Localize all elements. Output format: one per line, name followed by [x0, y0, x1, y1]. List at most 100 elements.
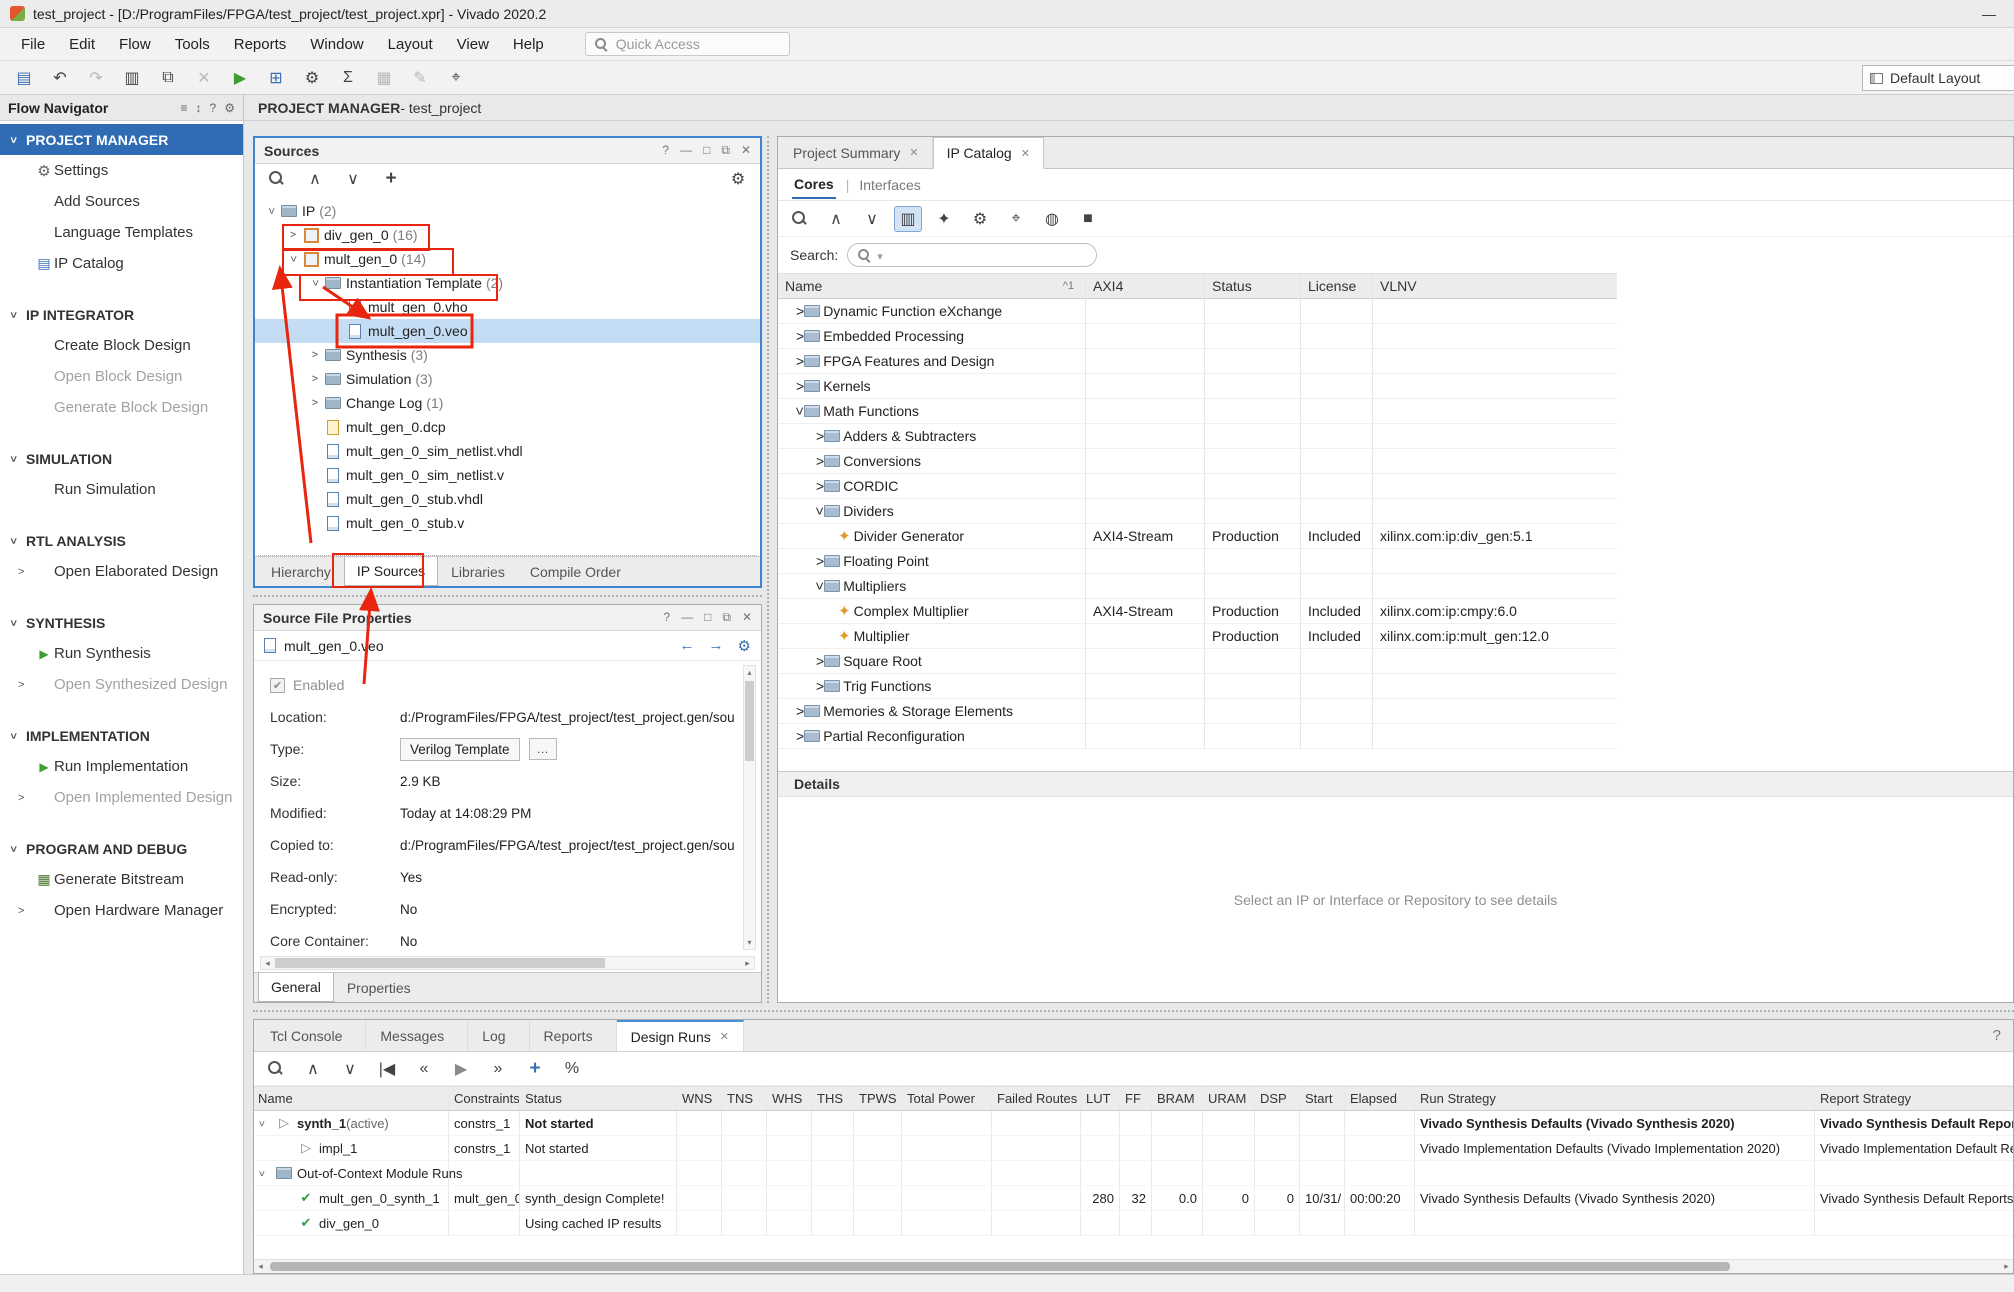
search-button[interactable]: [786, 206, 814, 232]
sources-tab[interactable]: Libraries: [439, 557, 517, 586]
undo-button[interactable]: ↶: [46, 65, 74, 91]
tree-item[interactable]: mult_gen_0_sim_netlist.vhdl: [255, 439, 760, 463]
catalog-row[interactable]: Conversions: [778, 449, 1617, 474]
expand-chevron[interactable]: [816, 478, 824, 494]
search-options-icon[interactable]: [877, 247, 883, 263]
column-header-axi4[interactable]: AXI4: [1086, 274, 1205, 298]
expand-chevron[interactable]: [307, 373, 323, 385]
flow-nav-item[interactable]: Settings: [0, 155, 243, 186]
flow-nav-item[interactable]: SYNTHESIS: [0, 607, 243, 638]
expand-chevron[interactable]: [258, 1168, 274, 1179]
minimize-icon[interactable]: —: [680, 143, 692, 158]
column-header[interactable]: Report Strategy: [1815, 1087, 2013, 1110]
save-button[interactable]: ▤: [10, 65, 38, 91]
expand-chevron[interactable]: [796, 353, 804, 369]
vertical-splitter[interactable]: [767, 136, 769, 1003]
column-header-license[interactable]: License: [1301, 274, 1373, 298]
properties-tab[interactable]: General: [258, 973, 334, 1002]
edit-button[interactable]: ✎: [406, 65, 434, 91]
console-tab[interactable]: Tcl Console: [256, 1020, 366, 1051]
add-sources-button[interactable]: +: [377, 166, 405, 192]
expand-chevron[interactable]: [816, 453, 824, 469]
flow-nav-item[interactable]: Open Block Design: [0, 361, 243, 392]
expand-chevron[interactable]: [307, 397, 323, 409]
flow-nav-item[interactable]: IP INTEGRATOR: [0, 299, 243, 330]
close-icon[interactable]: ✕: [1021, 147, 1030, 160]
column-header[interactable]: TNS: [722, 1087, 767, 1110]
search-button[interactable]: [263, 166, 291, 192]
design-run-row[interactable]: Out-of-Context Module Runs: [254, 1161, 2013, 1186]
type-select[interactable]: Verilog Template: [400, 738, 520, 761]
horizontal-splitter[interactable]: [253, 595, 762, 597]
tree-item[interactable]: mult_gen_0.vho: [255, 295, 760, 319]
column-header[interactable]: Total Power: [902, 1087, 992, 1110]
probes-button[interactable]: ⌖: [442, 65, 470, 91]
launch-runs-button[interactable]: ▶: [447, 1056, 475, 1082]
tree-item[interactable]: div_gen_0 (16): [255, 223, 760, 247]
sum-reports-button[interactable]: Σ: [334, 65, 362, 91]
menu-item[interactable]: Reports: [223, 32, 298, 57]
menu-item[interactable]: Window: [299, 32, 374, 57]
expand-all-button[interactable]: ∨: [858, 206, 886, 232]
catalog-row[interactable]: Trig Functions: [778, 674, 1617, 699]
expand-chevron[interactable]: [307, 277, 323, 289]
step-forward-button[interactable]: »: [484, 1056, 512, 1082]
float-icon[interactable]: ⧉: [721, 143, 730, 158]
flow-nav-item[interactable]: Run Implementation: [0, 751, 243, 782]
menu-item[interactable]: Tools: [164, 32, 221, 57]
catalog-row[interactable]: Adders & Subtracters: [778, 424, 1617, 449]
expand-chevron[interactable]: [307, 349, 323, 361]
design-run-row[interactable]: impl_1 constrs_1 Not started: [254, 1136, 2013, 1161]
collapse-all-button[interactable]: ∧: [301, 166, 329, 192]
help-icon[interactable]: ?: [1993, 1027, 2001, 1044]
console-tab[interactable]: Log: [468, 1020, 529, 1051]
expand-chevron[interactable]: [796, 378, 804, 394]
forward-button[interactable]: →: [709, 637, 724, 655]
expand-chevron[interactable]: [258, 1118, 274, 1129]
catalog-row[interactable]: CORDIC: [778, 474, 1617, 499]
column-header[interactable]: Name: [254, 1087, 449, 1110]
menu-item[interactable]: File: [10, 32, 56, 57]
flow-nav-item[interactable]: Generate Bitstream: [0, 864, 243, 895]
column-header[interactable]: BRAM: [1152, 1087, 1203, 1110]
flow-nav-item[interactable]: RTL ANALYSIS: [0, 525, 243, 556]
settings-button[interactable]: ⚙: [298, 65, 326, 91]
horizontal-scrollbar[interactable]: [260, 956, 755, 970]
column-header[interactable]: Elapsed: [1345, 1087, 1415, 1110]
flow-nav-item[interactable]: Create Block Design: [0, 330, 243, 361]
catalog-row[interactable]: Floating Point: [778, 549, 1617, 574]
close-icon[interactable]: ✕: [909, 146, 918, 159]
repository-button[interactable]: ✦: [930, 206, 958, 232]
column-header[interactable]: FF: [1120, 1087, 1152, 1110]
maximize-icon[interactable]: □: [704, 610, 711, 625]
console-tab[interactable]: Messages: [366, 1020, 468, 1051]
search-button[interactable]: [262, 1056, 290, 1082]
expand-chevron[interactable]: [285, 253, 301, 265]
expand-collapse-icon[interactable]: ↕: [196, 101, 202, 115]
expand-all-button[interactable]: ∨: [339, 166, 367, 192]
step-back-button[interactable]: «: [410, 1056, 438, 1082]
flow-nav-item[interactable]: SIMULATION: [0, 443, 243, 474]
catalog-row[interactable]: FPGA Features and Design: [778, 349, 1617, 374]
flow-nav-item[interactable]: Open Elaborated Design: [0, 556, 243, 587]
menu-item[interactable]: Edit: [58, 32, 106, 57]
column-header[interactable]: URAM: [1203, 1087, 1255, 1110]
web-button[interactable]: ◍: [1038, 206, 1066, 232]
column-header[interactable]: Status: [520, 1087, 677, 1110]
tree-item[interactable]: mult_gen_0_stub.v: [255, 511, 760, 535]
menu-item[interactable]: Help: [502, 32, 555, 57]
column-header[interactable]: THS: [812, 1087, 854, 1110]
editor-tab[interactable]: IP Catalog ✕: [933, 137, 1044, 169]
expand-chevron[interactable]: [816, 503, 824, 519]
column-header-name[interactable]: Name ^1: [778, 274, 1086, 298]
flow-nav-item[interactable]: Add Sources: [0, 186, 243, 217]
report-button[interactable]: ▥: [118, 65, 146, 91]
settings-icon[interactable]: ⚙: [224, 101, 235, 115]
expand-chevron[interactable]: [816, 553, 824, 569]
catalog-row[interactable]: Memories & Storage Elements: [778, 699, 1617, 724]
catalog-row[interactable]: Divider Generator AXI4-Stream Production…: [778, 524, 1617, 549]
expand-chevron[interactable]: [816, 428, 824, 444]
design-run-row[interactable]: synth_1 (active) constrs_1 Not started: [254, 1111, 2013, 1136]
help-icon[interactable]: ?: [663, 610, 670, 625]
minimize-icon[interactable]: —: [681, 610, 693, 625]
